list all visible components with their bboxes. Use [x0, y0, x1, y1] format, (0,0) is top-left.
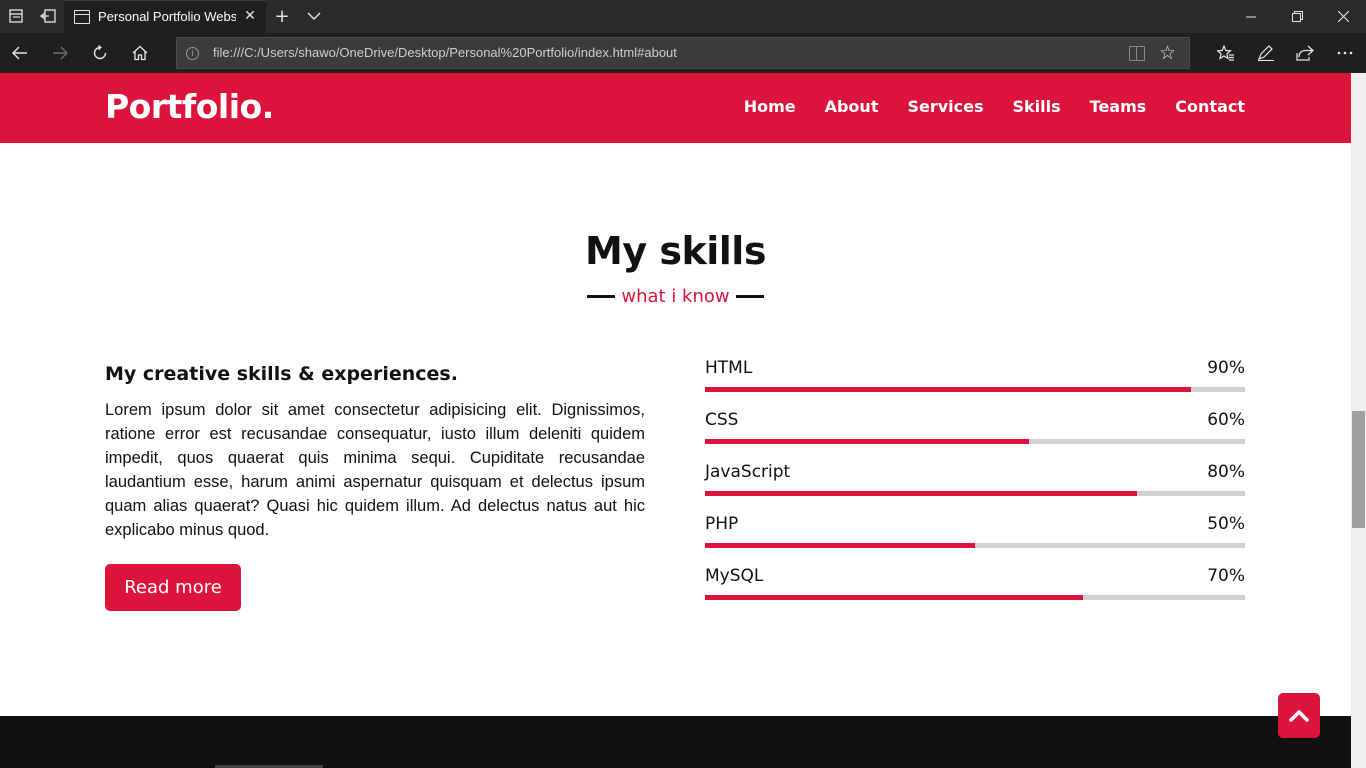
pen-icon[interactable]	[1254, 41, 1278, 65]
plus-icon[interactable]: +	[274, 6, 290, 27]
skill-progress-fill	[705, 439, 1029, 444]
reading-view-icon[interactable]	[1129, 46, 1145, 61]
close-icon[interactable]: ✕	[242, 8, 258, 26]
nav-link-home[interactable]: Home	[744, 97, 796, 116]
skill-progress-fill	[705, 595, 1083, 600]
skill-name: PHP	[705, 514, 739, 534]
skill-name: CSS	[705, 410, 739, 430]
skill-progress-track	[705, 543, 1245, 548]
section-title: My skills	[585, 229, 766, 273]
subtitle-divider-left	[587, 295, 616, 298]
refresh-icon[interactable]	[88, 41, 112, 65]
skill-percent: 90%	[1207, 358, 1245, 378]
skill-css: CSS 60%	[705, 410, 1245, 462]
more-icon[interactable]	[1333, 41, 1357, 65]
share-icon[interactable]	[1293, 41, 1317, 65]
page-viewport: Portfolio. Home About Services Skills Te…	[0, 73, 1351, 768]
chevron-down-icon[interactable]	[306, 8, 322, 24]
active-tab[interactable]: Personal Portfolio Webs ✕	[64, 0, 266, 33]
skill-mysql: MySQL 70%	[705, 566, 1245, 618]
minimize-button[interactable]	[1228, 0, 1274, 33]
tab-title: Personal Portfolio Webs	[98, 9, 236, 24]
skill-progress-track	[705, 595, 1245, 600]
skill-progress-track	[705, 387, 1245, 392]
chevron-up-icon	[1289, 709, 1309, 722]
star-icon[interactable]: ☆	[1159, 42, 1176, 64]
set-aside-tabs-icon[interactable]	[40, 8, 56, 24]
info-icon[interactable]: i	[186, 47, 199, 60]
browser-toolbar: i file:///C:/Users/shawo/OneDrive/Deskto…	[0, 33, 1366, 73]
browser-title-bar: Personal Portfolio Webs ✕ +	[0, 0, 1366, 33]
skills-heading: My creative skills & experiences.	[105, 363, 458, 385]
skill-progress-track	[705, 491, 1245, 496]
skill-name: MySQL	[705, 566, 764, 586]
next-section-band	[0, 716, 1351, 768]
skill-php: PHP 50%	[705, 514, 1245, 566]
skill-html: HTML 90%	[705, 358, 1245, 410]
skill-progress-fill	[705, 491, 1137, 496]
section-subtitle: what i know	[0, 283, 1351, 307]
scroll-to-top-button[interactable]	[1278, 693, 1320, 738]
skill-progress-track	[705, 439, 1245, 444]
nav-link-about[interactable]: About	[825, 97, 879, 116]
site-logo[interactable]: Portfolio.	[105, 87, 274, 126]
subtitle-divider-right	[735, 295, 764, 298]
skill-percent: 70%	[1207, 566, 1245, 586]
url-text[interactable]: file:///C:/Users/shawo/OneDrive/Desktop/…	[213, 45, 677, 60]
favorites-icon[interactable]	[1214, 41, 1238, 65]
restore-button[interactable]	[1274, 0, 1320, 33]
arrow-left-icon[interactable]	[8, 41, 32, 65]
subtitle-text: what i know	[621, 286, 730, 307]
close-window-button[interactable]	[1320, 0, 1366, 33]
arrow-right-icon[interactable]	[48, 41, 72, 65]
skill-javascript: JavaScript 80%	[705, 462, 1245, 514]
nav-link-contact[interactable]: Contact	[1175, 97, 1245, 116]
skill-bars: HTML 90% CSS 60% JavaScript 80% PHP 50% …	[705, 358, 1245, 618]
nav-link-teams[interactable]: Teams	[1090, 97, 1147, 116]
page-icon	[74, 10, 90, 24]
skill-percent: 50%	[1207, 514, 1245, 534]
skill-percent: 80%	[1207, 462, 1245, 482]
home-icon[interactable]	[128, 41, 152, 65]
nav-menu: Home About Services Skills Teams Contact	[744, 97, 1245, 116]
skills-paragraph: Lorem ipsum dolor sit amet consectetur a…	[105, 401, 645, 539]
nav-link-skills[interactable]: Skills	[1013, 97, 1061, 116]
read-more-button[interactable]: Read more	[105, 564, 241, 611]
skills-description: My creative skills & experiences. Lorem …	[105, 363, 645, 611]
vertical-scrollbar[interactable]	[1351, 73, 1366, 768]
site-navbar: Portfolio. Home About Services Skills Te…	[0, 73, 1351, 143]
nav-link-services[interactable]: Services	[907, 97, 983, 116]
skill-progress-fill	[705, 387, 1191, 392]
tab-manager-icon[interactable]	[8, 8, 24, 24]
skill-percent: 60%	[1207, 410, 1245, 430]
skill-name: HTML	[705, 358, 753, 378]
skill-name: JavaScript	[705, 462, 791, 482]
skill-progress-fill	[705, 543, 975, 548]
scrollbar-thumb[interactable]	[1352, 411, 1365, 528]
address-bar[interactable]: i file:///C:/Users/shawo/OneDrive/Deskto…	[176, 37, 1190, 69]
